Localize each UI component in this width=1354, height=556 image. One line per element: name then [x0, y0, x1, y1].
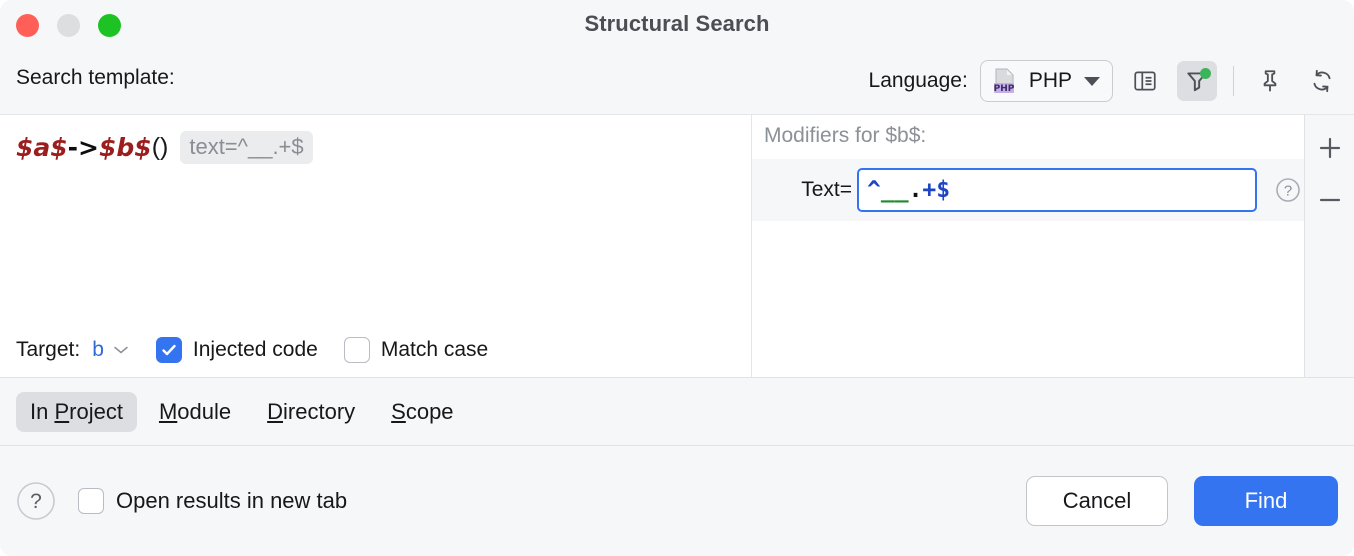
regex-token-plus-dollar: +$ — [922, 177, 950, 203]
open-results-label[interactable]: Open results in new tab — [116, 488, 347, 514]
find-button[interactable]: Find — [1194, 476, 1338, 526]
injected-code-checkbox[interactable] — [156, 337, 182, 363]
title-bar: Structural Search — [0, 0, 1354, 52]
template-token-arrow: -> — [68, 133, 99, 162]
scope-tab-directory[interactable]: Directory — [253, 392, 369, 432]
language-select[interactable]: PHP PHP — [980, 60, 1113, 102]
scope-tab-bar: In Project Module Directory Scope — [0, 377, 1354, 446]
modifier-row-text: Text= ^__.+$ ? — [752, 159, 1304, 221]
language-label: Language: — [869, 69, 968, 93]
filter-active-badge — [1200, 68, 1211, 79]
language-value: PHP — [1029, 69, 1072, 93]
regex-token-caret: ^ — [867, 177, 881, 203]
filter-icon[interactable] — [1177, 61, 1217, 101]
toolbar-divider — [1233, 66, 1234, 96]
search-template-editor[interactable]: $a$->$b$() text=^__.+$ Target: b Injecte… — [0, 114, 751, 377]
template-token-var-a: $a$ — [16, 133, 68, 162]
chevron-down-icon[interactable] — [112, 338, 130, 362]
regex-token-underscores: __ — [881, 177, 909, 203]
template-code-line: $a$->$b$() text=^__.+$ — [16, 131, 313, 164]
add-modifier-button[interactable] — [1311, 129, 1349, 167]
svg-text:PHP: PHP — [993, 84, 1014, 94]
target-options-row: Target: b Injected code Match case — [16, 337, 514, 363]
template-token-var-b: $b$ — [99, 133, 152, 162]
modifiers-panel: Modifiers for $b$: Text= ^__.+$ ? — [751, 114, 1354, 377]
pin-icon[interactable] — [1250, 61, 1290, 101]
match-case-label[interactable]: Match case — [381, 338, 488, 362]
window-title: Structural Search — [0, 11, 1354, 37]
injected-code-label[interactable]: Injected code — [193, 338, 318, 362]
chevron-down-icon — [1084, 77, 1100, 86]
php-file-icon: PHP — [991, 67, 1019, 95]
panel-layout-icon[interactable] — [1125, 61, 1165, 101]
svg-text:?: ? — [30, 490, 42, 513]
modifier-row-label: Text= — [764, 178, 852, 202]
modifier-text-input[interactable]: ^__.+$ — [857, 168, 1257, 212]
refresh-icon[interactable] — [1302, 61, 1342, 101]
structural-search-dialog: Structural Search Search template: Langu… — [0, 0, 1354, 556]
help-circle-icon[interactable]: ? — [16, 481, 56, 521]
scope-tab-module[interactable]: Module — [145, 392, 245, 432]
scope-tab-in-project[interactable]: In Project — [16, 392, 137, 432]
open-results-checkbox[interactable] — [78, 488, 104, 514]
svg-text:?: ? — [1284, 183, 1292, 200]
modifiers-content: Modifiers for $b$: Text= ^__.+$ ? — [752, 115, 1304, 377]
dialog-footer: ? Open results in new tab Cancel Find — [0, 446, 1354, 556]
language-toolbar: Language: PHP PHP — [869, 60, 1342, 102]
search-template-header: Search template: Language: PHP PHP — [0, 52, 1354, 114]
modifiers-title: Modifiers for $b$: — [764, 124, 926, 148]
help-circle-icon[interactable]: ? — [1273, 175, 1303, 205]
target-select[interactable]: b — [92, 338, 104, 362]
cancel-button[interactable]: Cancel — [1026, 476, 1168, 526]
dialog-body: $a$->$b$() text=^__.+$ Target: b Injecte… — [0, 114, 1354, 377]
match-case-checkbox[interactable] — [344, 337, 370, 363]
target-label: Target: — [16, 338, 80, 362]
scope-tab-scope[interactable]: Scope — [377, 392, 467, 432]
inlay-hint-chip: text=^__.+$ — [180, 131, 312, 164]
remove-modifier-button[interactable] — [1311, 181, 1349, 219]
search-template-label: Search template: — [16, 66, 175, 90]
regex-token-dot: . — [909, 177, 923, 203]
template-token-parens: () — [152, 133, 169, 162]
modifiers-side-rail — [1304, 115, 1354, 377]
